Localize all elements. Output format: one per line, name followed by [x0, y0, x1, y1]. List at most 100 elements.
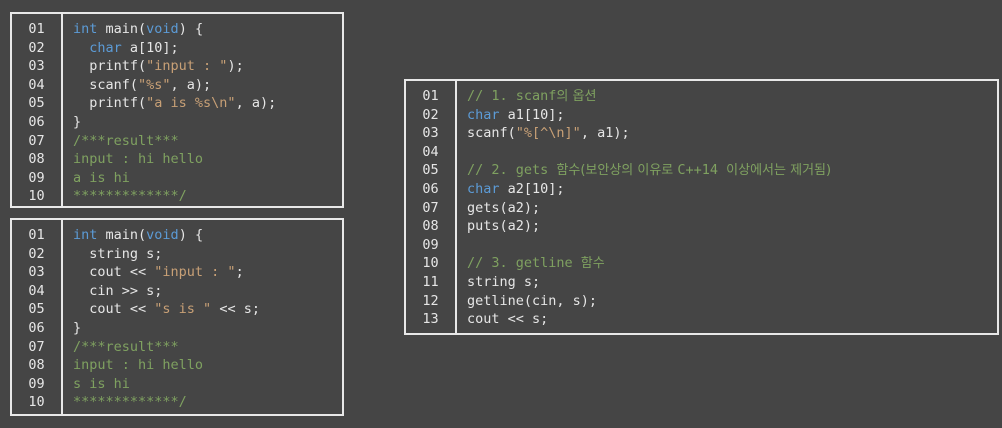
code-line: cout << "s is " << s;: [73, 300, 342, 319]
code-token: ) {: [178, 21, 204, 37]
code-token: 이상에서는 제거됨): [726, 163, 832, 179]
code-token: s is hi: [73, 375, 130, 392]
code-line: string s;: [73, 245, 342, 264]
line-number: 05: [28, 95, 45, 112]
code-line: char a[10];: [73, 39, 342, 58]
line-number: 08: [28, 357, 45, 374]
code-line: printf("a is %s\n", a);: [73, 94, 342, 113]
code-token: void: [146, 21, 179, 37]
code-token: , a);: [170, 76, 212, 93]
code-token: int: [73, 227, 98, 243]
code-body: int main(void) { string s; cout << "inpu…: [63, 220, 342, 414]
code-token: char: [467, 180, 500, 197]
code-token: ;: [235, 264, 244, 281]
code-token: // 1. scanf: [467, 88, 557, 104]
line-number: 12: [422, 292, 439, 309]
line-number: 05: [422, 162, 439, 179]
code-token: main(: [97, 227, 147, 243]
line-number: 02: [422, 106, 439, 123]
code-line: *************/: [73, 393, 342, 412]
code-token: }: [73, 113, 82, 130]
code-token: << s;: [211, 301, 260, 318]
code-token: scanf(: [467, 125, 516, 142]
code-token: }: [73, 319, 82, 336]
code-line: char a2[10];: [467, 180, 997, 199]
code-token: "%s": [138, 76, 171, 93]
line-number: 08: [28, 151, 45, 168]
code-token: 함수(보안상의 이유로: [556, 163, 678, 179]
line-number: 09: [422, 236, 439, 253]
code-line: /***result***: [73, 132, 342, 151]
code-token: a[10];: [121, 39, 179, 56]
code-line: }: [73, 319, 342, 338]
line-number: 03: [422, 125, 439, 142]
code-line: gets(a2);: [467, 199, 997, 218]
code-token: char: [89, 39, 122, 56]
code-body: // 1. scanf의 옵션 char a1[10]; scanf("%[^\n]…: [457, 81, 997, 333]
code-line: /***result***: [73, 338, 342, 357]
code-token: , a1);: [580, 125, 630, 142]
code-token: ) {: [178, 227, 204, 243]
line-number: 13: [422, 311, 439, 328]
code-token: 의 옵션: [556, 89, 597, 104]
line-number: 11: [422, 273, 439, 290]
code-token: "s is ": [154, 301, 212, 318]
line-number: 01: [422, 88, 439, 104]
code-line: int main(void) {: [73, 20, 342, 39]
code-token: a1[10];: [499, 106, 565, 123]
code-line: cin >> s;: [73, 282, 342, 301]
code-line: // 2. gets 함수(보안상의 이유로 C++14 이상에서는 제거됨): [467, 161, 997, 180]
code-token: cout <<: [73, 301, 155, 318]
line-number: 06: [28, 319, 45, 336]
code-line: int main(void) {: [73, 226, 342, 245]
code-token: a2[10];: [499, 180, 565, 197]
code-token: printf(: [73, 95, 147, 112]
code-token: // 2. gets: [467, 162, 557, 179]
line-number: 02: [28, 245, 45, 262]
line-number: 07: [28, 132, 45, 149]
line-number: 10: [28, 394, 45, 411]
line-number: 09: [28, 169, 45, 186]
code-token: cout <<: [73, 264, 155, 281]
code-line: // 1. scanf의 옵션: [467, 87, 997, 106]
line-number: 02: [28, 39, 45, 56]
line-number: 01: [28, 21, 45, 37]
line-number: 08: [422, 218, 439, 235]
code-token: printf(: [73, 58, 147, 75]
code-panel-input-methods: 01 02 03 04 05 06 07 08 09 10 11 12 13 // 1. scanf의 …: [404, 79, 999, 335]
code-line: string s;: [467, 273, 997, 292]
code-token: getline(cin, s);: [467, 292, 598, 309]
code-token: /***result***: [73, 132, 179, 149]
code-body: int main(void) { char a[10]; printf("inp…: [63, 14, 342, 206]
code-token: C++14: [677, 162, 727, 179]
code-line: printf("input : ");: [73, 57, 342, 76]
line-number-gutter: 01 02 03 04 05 06 07 08 09 10 11 12 13: [406, 81, 457, 333]
code-token: cin >> s;: [73, 282, 163, 299]
code-line: input : hi hello: [73, 150, 342, 169]
line-number: 10: [422, 255, 439, 272]
code-token: input : hi hello: [73, 151, 204, 168]
line-number: 01: [28, 227, 45, 243]
code-token: void: [146, 227, 179, 243]
code-token: *************/: [73, 188, 187, 205]
code-line: a is hi: [73, 169, 342, 188]
code-line: scanf("%[^\n]", a1);: [467, 124, 997, 143]
line-number: 05: [28, 301, 45, 318]
line-number: 07: [28, 338, 45, 355]
line-number: 03: [28, 58, 45, 75]
code-line: s is hi: [73, 375, 342, 394]
code-line: getline(cin, s);: [467, 292, 997, 311]
code-line: char a1[10];: [467, 106, 997, 125]
code-line: cout << s;: [467, 310, 997, 329]
code-token: "%[^\n]": [515, 125, 581, 142]
code-token: main(: [97, 21, 147, 37]
code-token: 함수: [580, 256, 605, 272]
line-number: 04: [28, 282, 45, 299]
code-line: }: [73, 113, 342, 132]
code-token: "input : ": [154, 264, 236, 281]
code-token: string s;: [467, 273, 541, 290]
code-token: int: [73, 21, 98, 37]
code-token: input : hi hello: [73, 357, 204, 374]
